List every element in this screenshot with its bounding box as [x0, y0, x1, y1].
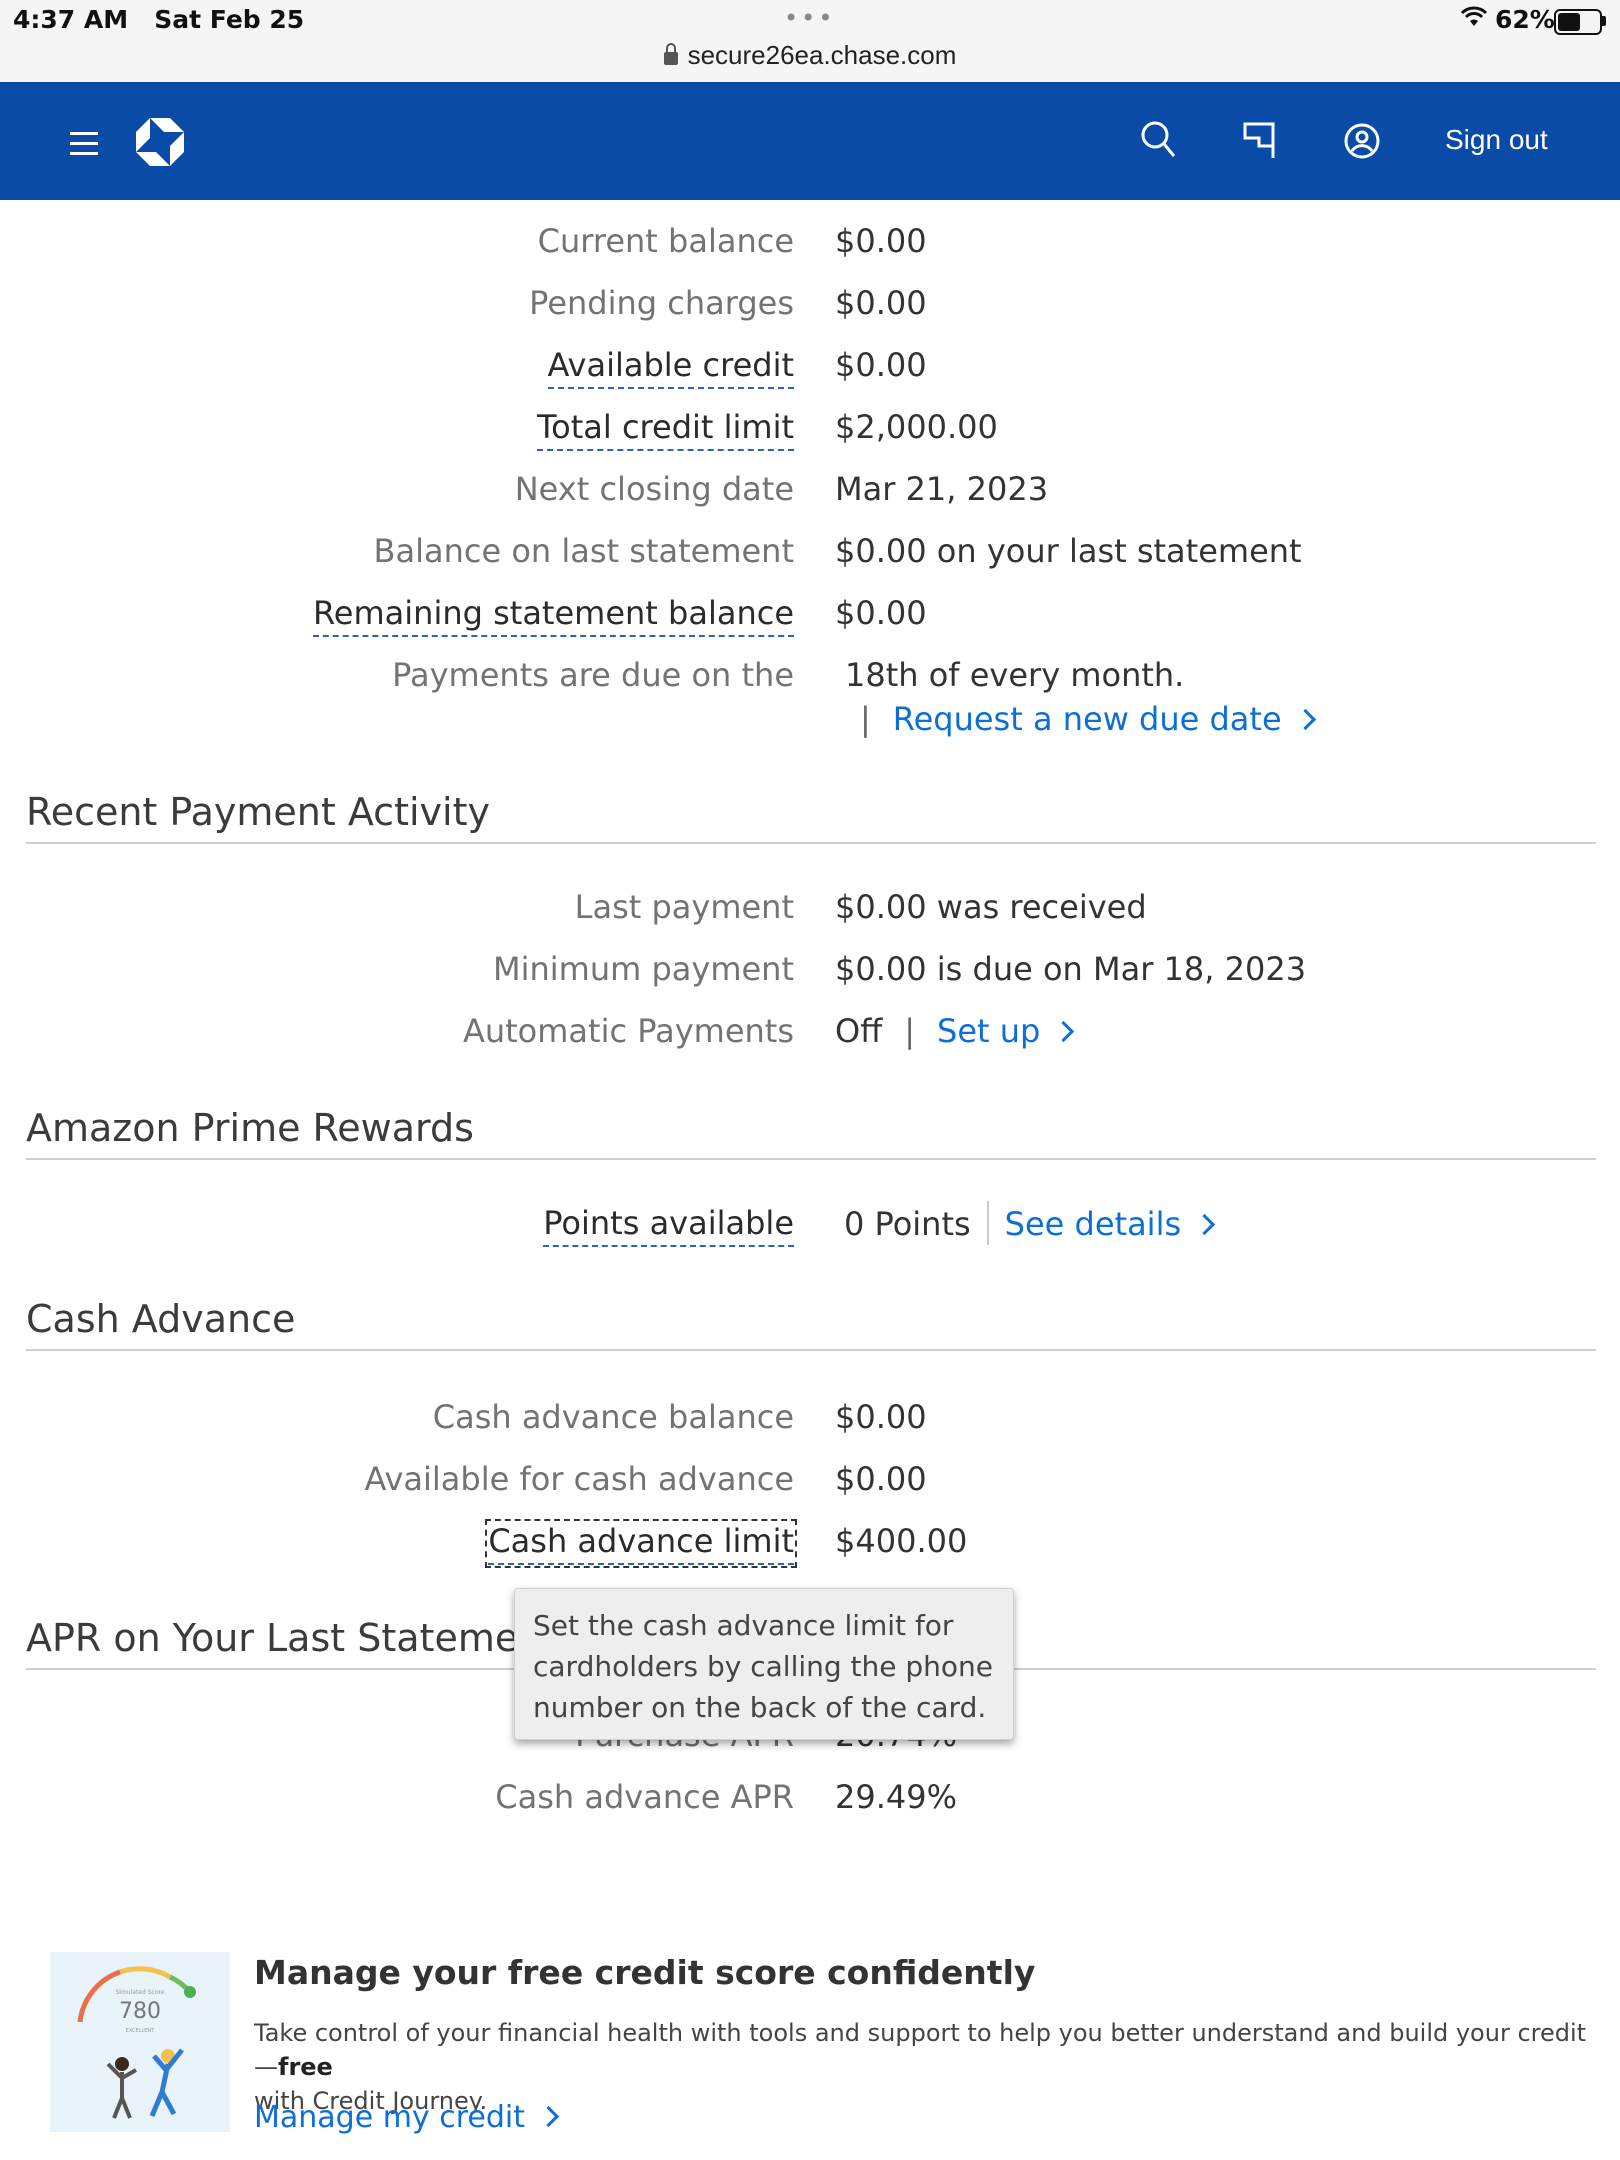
- section-title-recent-payment: Recent Payment Activity: [26, 790, 490, 834]
- row-label: Payments are due on the: [392, 656, 794, 694]
- see-details-link[interactable]: See details: [1005, 1205, 1181, 1243]
- row-value: $0.00: [835, 346, 927, 384]
- rewards-row-points: Points available 0 Points See details: [0, 1201, 1620, 1248]
- autopay-value-wrap: Off | Set up: [835, 1012, 1075, 1050]
- points-available-tooltip-trigger[interactable]: Points available: [543, 1204, 794, 1247]
- autopay-status: Off: [835, 1012, 883, 1050]
- total-credit-limit-tooltip-trigger[interactable]: Total credit limit: [537, 408, 794, 451]
- chevron-right-icon: [1294, 708, 1316, 731]
- remaining-balance-tooltip-trigger[interactable]: Remaining statement balance: [313, 594, 794, 637]
- section-divider: [26, 842, 1596, 844]
- row-label: Last payment: [574, 888, 794, 926]
- summary-row-payment-due: Payments are due on the 18th of every mo…: [0, 656, 1620, 746]
- row-label: Current balance: [537, 222, 794, 260]
- row-value: 18th of every month.: [845, 656, 1185, 694]
- summary-row-remaining-statement-balance: Remaining statement balance $0.00: [0, 594, 1620, 638]
- chevron-right-icon: [537, 2105, 560, 2128]
- summary-row-pending-charges: Pending charges $0.00: [0, 284, 1620, 328]
- gauge-score: 780: [119, 1999, 161, 2024]
- row-label: Automatic Payments: [462, 1012, 794, 1050]
- status-bar: 4:37 AM Sat Feb 25 ••• 62% secure26ea.ch…: [0, 0, 1620, 82]
- row-label: Available for cash advance: [364, 1460, 794, 1498]
- credit-score-gauge-icon: Simulated Score 780 EXCELLENT: [77, 1966, 196, 2119]
- summary-row-next-closing-date: Next closing date Mar 21, 2023: [0, 470, 1620, 514]
- address-bar[interactable]: secure26ea.chase.com: [0, 40, 1620, 71]
- credit-journey-illustration: Simulated Score 780 EXCELLENT: [50, 1952, 230, 2132]
- summary-row-balance-last-statement: Balance on last statement $0.00 on your …: [0, 532, 1620, 576]
- payment-row-last-payment: Last payment $0.00 was received: [0, 888, 1620, 932]
- row-value: 29.49%: [835, 1778, 958, 1816]
- chase-logo[interactable]: [134, 116, 186, 168]
- section-divider: [26, 1349, 1596, 1351]
- row-value: Mar 21, 2023: [835, 470, 1049, 508]
- cash-row-balance: Cash advance balance $0.00: [0, 1398, 1620, 1442]
- row-value: $0.00 on your last statement: [835, 532, 1302, 570]
- sign-out-button[interactable]: Sign out: [1445, 124, 1548, 156]
- battery-icon: [1554, 9, 1602, 35]
- payment-row-automatic-payments: Automatic Payments Off | Set up: [0, 1012, 1620, 1056]
- flag-icon[interactable]: [1242, 120, 1276, 160]
- row-value: $0.00 was received: [835, 888, 1147, 926]
- profile-icon[interactable]: [1343, 120, 1381, 160]
- summary-row-available-credit: Available credit $0.00: [0, 346, 1620, 390]
- wifi-icon: [1460, 6, 1488, 26]
- row-label: Balance on last statement: [373, 532, 794, 570]
- status-time: 4:37 AM Sat Feb 25: [13, 5, 305, 34]
- row-label: Minimum payment: [492, 950, 794, 988]
- row-label: Pending charges: [529, 284, 794, 322]
- search-icon[interactable]: [1140, 120, 1176, 160]
- cash-row-limit: Cash advance limit $400.00: [0, 1519, 1620, 1568]
- battery-fill: [1558, 13, 1580, 31]
- row-value: $0.00 is due on Mar 18, 2023: [835, 950, 1307, 988]
- row-value: $0.00: [835, 222, 927, 260]
- promo-title: Manage your free credit score confidentl…: [254, 1953, 1036, 1992]
- section-divider: [26, 1158, 1596, 1160]
- row-value: $0.00: [835, 284, 927, 322]
- apr-row-cash-advance: Cash advance APR 29.49%: [0, 1778, 1620, 1822]
- chevron-right-icon: [1053, 1020, 1075, 1043]
- points-value: 0 Points: [844, 1205, 971, 1243]
- section-title-cash-advance: Cash Advance: [26, 1297, 296, 1341]
- row-label: Next closing date: [514, 470, 794, 508]
- row-label: Cash advance balance: [432, 1398, 794, 1436]
- tooltip-line: Set the cash advance limit for: [533, 1609, 954, 1642]
- set-up-autopay-link[interactable]: Set up: [937, 1012, 1040, 1050]
- menu-icon[interactable]: [70, 132, 98, 162]
- row-value: $0.00: [835, 594, 927, 632]
- row-value: $2,000.00: [835, 408, 998, 446]
- section-title-rewards: Amazon Prime Rewards: [26, 1106, 474, 1150]
- summary-row-current-balance: Current balance $0.00: [0, 222, 1620, 266]
- summary-row-total-credit-limit: Total credit limit $2,000.00: [0, 408, 1620, 452]
- gauge-rating: EXCELLENT: [126, 2028, 155, 2034]
- tooltip-line: number on the back of the card.: [533, 1691, 987, 1724]
- row-value: $0.00: [835, 1398, 927, 1436]
- gauge-caption: Simulated Score: [115, 1989, 164, 1996]
- section-title-apr: APR on Your Last Statement: [26, 1616, 558, 1660]
- row-value: $0.00: [835, 1460, 927, 1498]
- row-value: $400.00: [835, 1522, 968, 1560]
- tooltip-line: cardholders by calling the phone: [533, 1650, 994, 1683]
- payment-row-minimum-payment: Minimum payment $0.00 is due on Mar 18, …: [0, 950, 1620, 994]
- battery-tip: [1602, 16, 1606, 26]
- chevron-right-icon: [1194, 1213, 1216, 1236]
- lock-icon: [663, 43, 678, 65]
- cash-advance-limit-tooltip: Set the cash advance limit for cardholde…: [514, 1588, 1014, 1740]
- multitasking-dots-icon[interactable]: •••: [784, 4, 835, 32]
- manage-my-credit-link[interactable]: Manage my credit: [254, 2100, 560, 2135]
- url-text: secure26ea.chase.com: [687, 40, 957, 70]
- points-value-wrap: 0 Points See details: [844, 1201, 1216, 1248]
- battery-percent: 62%: [1495, 5, 1555, 34]
- available-credit-tooltip-trigger[interactable]: Available credit: [547, 346, 794, 389]
- top-navigation: Sign out: [0, 82, 1620, 200]
- cash-advance-limit-tooltip-trigger[interactable]: Cash advance limit: [485, 1519, 797, 1568]
- row-label: Cash advance APR: [495, 1778, 794, 1816]
- cash-row-available: Available for cash advance $0.00: [0, 1460, 1620, 1504]
- request-new-due-date-link[interactable]: Request a new due date: [893, 700, 1282, 738]
- request-due-date-link-wrap: | Request a new due date: [860, 700, 1316, 738]
